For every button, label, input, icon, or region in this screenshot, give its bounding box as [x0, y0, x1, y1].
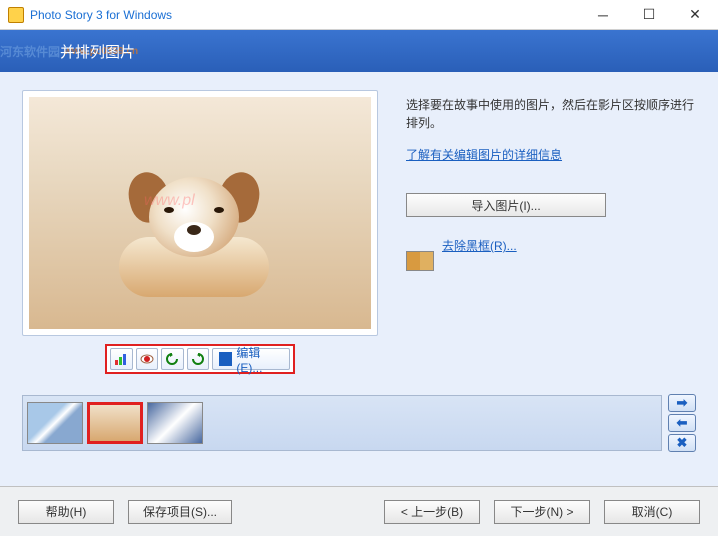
- delete-thumb-button[interactable]: ✖: [668, 434, 696, 452]
- thumbnail-selected[interactable]: [87, 402, 143, 444]
- preview-column: www.pl 编辑(E)...: [22, 90, 378, 374]
- maximize-button[interactable]: ☐: [626, 0, 672, 30]
- thumbnail[interactable]: [27, 402, 83, 444]
- back-button[interactable]: < 上一步(B): [384, 500, 480, 524]
- filmstrip-row: ➡ ⬅ ✖: [22, 394, 696, 452]
- import-pictures-button[interactable]: 导入图片(I)...: [406, 193, 606, 217]
- move-right-button[interactable]: ➡: [668, 394, 696, 412]
- black-frame-thumb-icon: [406, 251, 434, 271]
- watermark-text: 河东软件园: [0, 43, 60, 60]
- edit-button[interactable]: 编辑(E)...: [212, 348, 290, 370]
- help-button[interactable]: 帮助(H): [18, 500, 114, 524]
- move-left-button[interactable]: ⬅: [668, 414, 696, 432]
- content-area: www.pl 编辑(E)... 选择要在故事中使用的图片，然后在影片区按顺序进行…: [0, 72, 718, 486]
- remove-black-frame-row: 去除黑框(R)...: [406, 237, 696, 284]
- instructions-text: 选择要在故事中使用的图片，然后在影片区按顺序进行排列。: [406, 96, 696, 132]
- filmstrip-buttons: ➡ ⬅ ✖: [668, 394, 696, 452]
- app-icon: [8, 7, 24, 23]
- image-content: [119, 167, 279, 297]
- titlebar: Photo Story 3 for Windows ─ ☐ ✕: [0, 0, 718, 30]
- edit-toolbar: 编辑(E)...: [105, 344, 295, 374]
- preview-frame: www.pl: [22, 90, 378, 336]
- window-title: Photo Story 3 for Windows: [30, 8, 580, 22]
- rotate-right-button[interactable]: [187, 348, 210, 370]
- thumbnail[interactable]: [147, 402, 203, 444]
- remove-black-frame-link[interactable]: 去除黑框(R)...: [442, 237, 517, 254]
- preview-image[interactable]: www.pl: [29, 97, 371, 329]
- image-watermark: www.pl: [144, 192, 195, 210]
- bottom-bar: 帮助(H) 保存项目(S)... < 上一步(B) 下一步(N) > 取消(C): [0, 486, 718, 536]
- edit-icon: [219, 352, 232, 366]
- save-project-button[interactable]: 保存项目(S)...: [128, 500, 232, 524]
- learn-more-link[interactable]: 了解有关编辑图片的详细信息: [406, 146, 562, 163]
- page-title: 并排列图片: [60, 41, 135, 62]
- close-button[interactable]: ✕: [672, 0, 718, 30]
- cancel-button[interactable]: 取消(C): [604, 500, 700, 524]
- filmstrip[interactable]: [22, 395, 662, 451]
- minimize-button[interactable]: ─: [580, 0, 626, 30]
- edit-label: 编辑(E)...: [236, 344, 283, 375]
- info-column: 选择要在故事中使用的图片，然后在影片区按顺序进行排列。 了解有关编辑图片的详细信…: [406, 90, 696, 374]
- color-levels-button[interactable]: [110, 348, 133, 370]
- next-button[interactable]: 下一步(N) >: [494, 500, 590, 524]
- red-eye-button[interactable]: [136, 348, 159, 370]
- banner: 河东软件园 www.pc0359.cn 并排列图片: [0, 30, 718, 72]
- rotate-left-button[interactable]: [161, 348, 184, 370]
- top-row: www.pl 编辑(E)... 选择要在故事中使用的图片，然后在影片区按顺序进行…: [22, 90, 696, 374]
